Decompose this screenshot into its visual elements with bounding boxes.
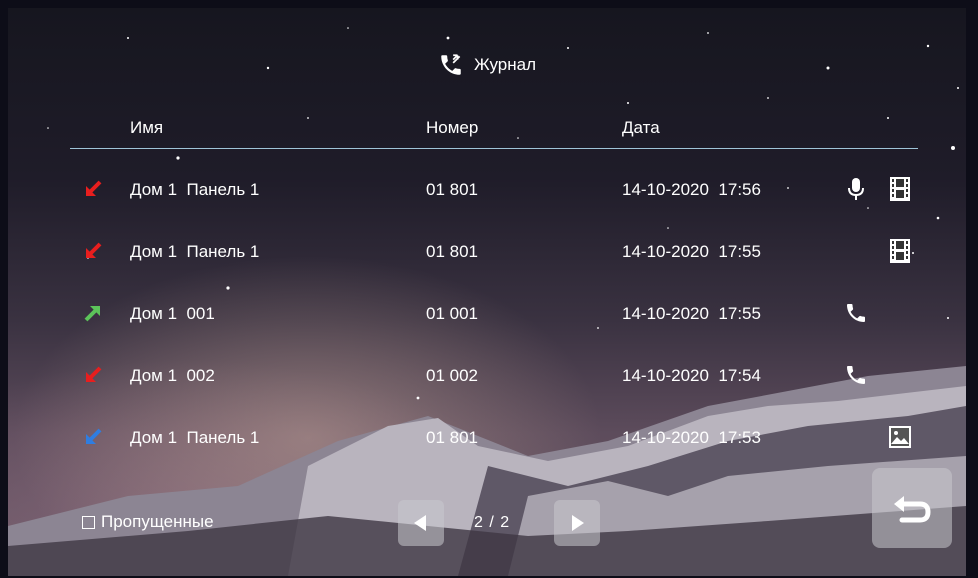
row-number: 01 001 [426,304,478,323]
page-title: Журнал [8,52,966,78]
next-arrow-icon [572,515,584,531]
phone-icon[interactable] [844,362,868,388]
screen: Журнал Имя Номер Дата Дом 1 Панель 1 01 8… [8,8,966,576]
call-log-icon [441,54,461,75]
incoming-missed-arrow-icon [82,364,104,386]
column-header-number: Номер [426,118,479,137]
back-arrow-icon [894,496,931,523]
phone-icon[interactable] [844,300,868,326]
row-name: Дом 1 Панель 1 [130,180,260,199]
row-name: Дом 1 001 [130,304,215,323]
microphone-icon[interactable] [844,176,868,202]
column-header-name: Имя [130,118,164,137]
row-date: 14-10-2020 17:55 [622,242,761,261]
incoming-missed-arrow-icon [82,178,104,200]
log-row[interactable]: Дом 1 Панель 1 01 801 14-10-2020 17:56 [8,170,966,210]
film-icon[interactable] [888,238,912,264]
log-row[interactable]: Дом 1 002 01 002 14-10-2020 17:54 [8,356,966,396]
page-indicator: 2 / 2 [474,514,511,531]
missed-filter-label: Пропущенные [101,512,214,531]
title-text: Журнал [473,55,537,74]
log-row[interactable]: Дом 1 001 01 001 14-10-2020 17:55 [8,294,966,334]
row-number: 01 801 [426,428,478,447]
missed-checkbox[interactable] [82,515,95,529]
missed-filter[interactable]: Пропущенные [82,512,214,532]
next-page-button[interactable] [554,500,600,546]
row-date: 14-10-2020 17:56 [622,180,761,199]
header-divider [70,148,918,149]
prev-arrow-icon [414,515,426,531]
row-number: 01 801 [426,180,478,199]
outgoing-arrow-icon [82,302,104,324]
row-number: 01 801 [426,242,478,261]
row-date: 14-10-2020 17:54 [622,366,761,385]
log-row[interactable]: Дом 1 Панель 1 01 801 14-10-2020 17:55 [8,232,966,272]
log-row[interactable]: Дом 1 Панель 1 01 801 14-10-2020 17:53 [8,418,966,458]
back-button[interactable] [872,468,952,548]
incoming-missed-arrow-icon [82,240,104,262]
film-icon[interactable] [888,176,912,202]
column-header-date: Дата [622,118,660,137]
row-name: Дом 1 002 [130,366,215,385]
row-name: Дом 1 Панель 1 [130,242,260,261]
row-date: 14-10-2020 17:55 [622,304,761,323]
starry-sky-background [47,27,959,400]
image-icon[interactable] [888,424,912,450]
row-number: 01 002 [426,366,478,385]
prev-page-button[interactable] [398,500,444,546]
row-date: 14-10-2020 17:53 [622,428,761,447]
row-name: Дом 1 Панель 1 [130,428,260,447]
incoming-answered-arrow-icon [82,426,104,448]
